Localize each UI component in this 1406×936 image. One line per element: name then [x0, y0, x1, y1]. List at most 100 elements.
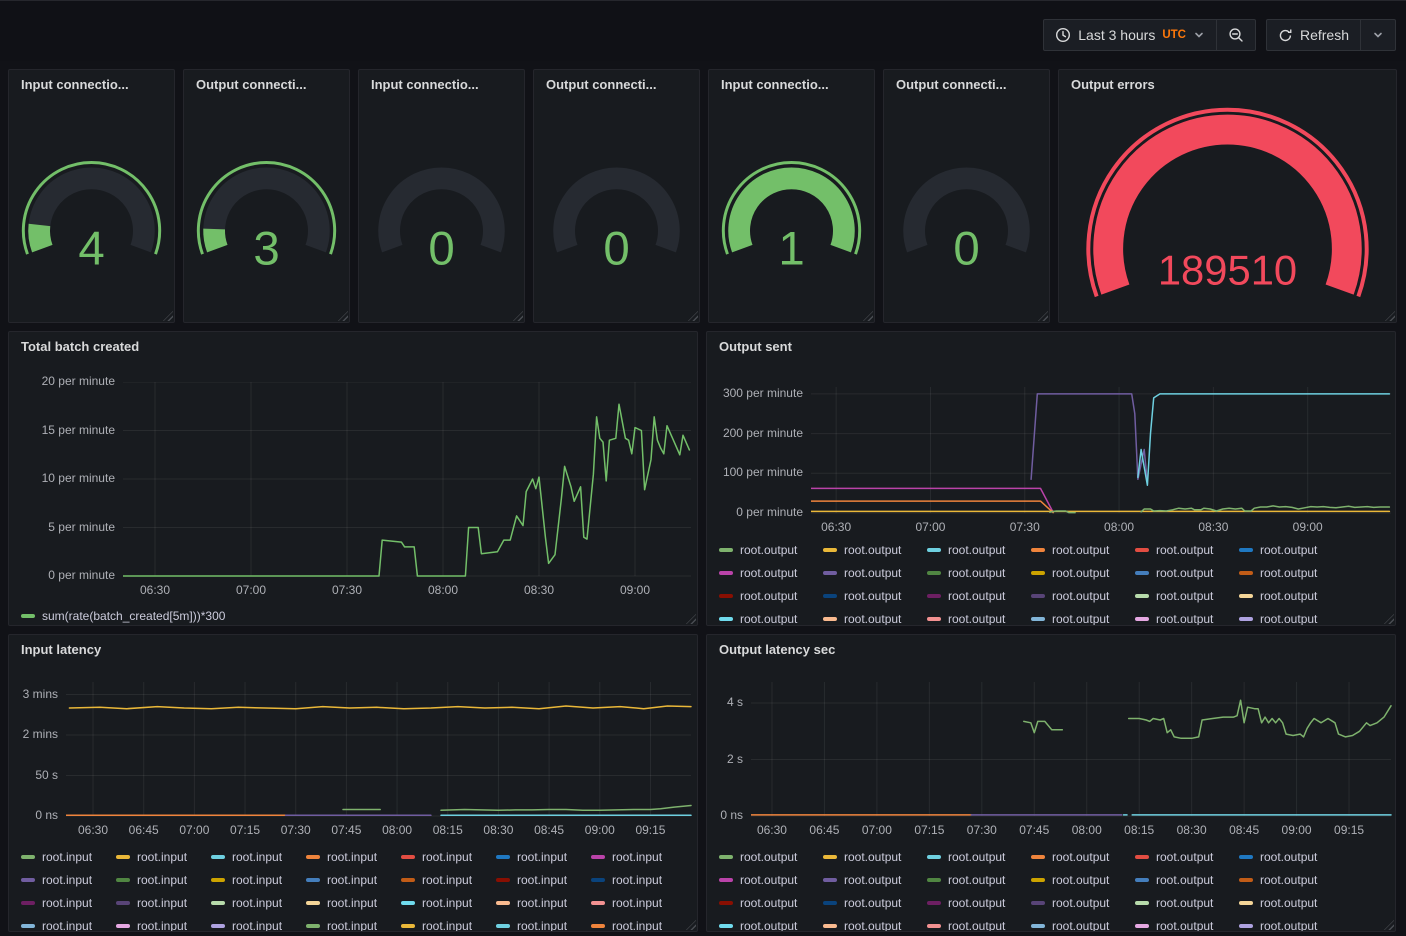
legend-item[interactable]: root.input — [496, 845, 591, 868]
legend-item[interactable]: root.output — [823, 584, 927, 607]
legend-item[interactable]: root.output — [927, 914, 1031, 931]
legend-item[interactable]: root.output — [1135, 584, 1239, 607]
panel-title[interactable]: Output sent — [707, 332, 1395, 362]
legend-item[interactable]: root.output — [719, 561, 823, 584]
panel-title[interactable]: Output latency sec — [707, 635, 1395, 665]
legend-item[interactable]: root.output — [1031, 561, 1135, 584]
chart-plot[interactable] — [123, 382, 693, 578]
legend-item[interactable]: root.output — [719, 845, 823, 868]
legend-item[interactable]: root.input — [591, 914, 686, 931]
panel-title[interactable]: Output connecti... — [184, 70, 349, 100]
legend-item[interactable]: root.input — [306, 845, 401, 868]
legend-item[interactable]: root.output — [719, 584, 823, 607]
panel-title[interactable]: Input connectio... — [9, 70, 174, 100]
legend-item[interactable]: root.output — [1239, 914, 1343, 931]
legend-item[interactable]: root.input — [306, 914, 401, 931]
legend-item[interactable]: root.input — [116, 868, 211, 891]
legend-item[interactable]: root.output — [823, 868, 927, 891]
legend-item[interactable]: root.output — [927, 891, 1031, 914]
legend-item[interactable]: root.output — [719, 914, 823, 931]
legend-item[interactable]: root.output — [1135, 538, 1239, 561]
legend-item[interactable]: root.input — [401, 845, 496, 868]
legend-item[interactable]: root.output — [1239, 868, 1343, 891]
legend-item[interactable]: root.input — [591, 891, 686, 914]
legend-item[interactable]: root.output — [1135, 607, 1239, 625]
legend-item[interactable]: root.output — [719, 868, 823, 891]
series-line — [1024, 721, 1063, 732]
legend-item[interactable]: root.output — [1031, 868, 1135, 891]
panel-title[interactable]: Output errors — [1059, 70, 1396, 100]
legend-item[interactable]: root.input — [306, 891, 401, 914]
legend-item[interactable]: root.input — [116, 845, 211, 868]
legend-item[interactable]: root.output — [927, 561, 1031, 584]
legend-item[interactable]: root.input — [211, 868, 306, 891]
legend-item[interactable]: sum(rate(batch_created[5m]))*300 — [21, 604, 225, 625]
legend-item[interactable]: root.output — [927, 607, 1031, 625]
legend-item[interactable]: root.output — [823, 914, 927, 931]
zoom-out-button[interactable] — [1217, 19, 1256, 51]
legend-item[interactable]: root.output — [927, 845, 1031, 868]
legend-item[interactable]: root.output — [1031, 607, 1135, 625]
legend-item[interactable]: root.output — [1031, 891, 1135, 914]
refresh-button[interactable]: Refresh — [1266, 19, 1361, 51]
legend-item[interactable]: root.output — [1239, 561, 1343, 584]
legend-item[interactable]: root.output — [927, 584, 1031, 607]
legend-item[interactable]: root.output — [823, 538, 927, 561]
legend-item[interactable]: root.output — [927, 868, 1031, 891]
legend-item[interactable]: root.input — [211, 845, 306, 868]
panel-title[interactable]: Input latency — [9, 635, 697, 665]
panel-title[interactable]: Output connecti... — [884, 70, 1049, 100]
legend-item[interactable]: root.output — [823, 561, 927, 584]
legend-item[interactable]: root.input — [21, 868, 116, 891]
legend-item[interactable]: root.output — [823, 607, 927, 625]
legend-item[interactable]: root.output — [1135, 845, 1239, 868]
legend-item[interactable]: root.output — [1031, 538, 1135, 561]
legend-item[interactable]: root.output — [719, 607, 823, 625]
legend-item[interactable]: root.output — [1135, 891, 1239, 914]
legend-item[interactable]: root.input — [306, 868, 401, 891]
legend-item[interactable]: root.output — [823, 891, 927, 914]
legend-series-label: root.output — [1260, 589, 1317, 603]
legend-item[interactable]: root.input — [591, 868, 686, 891]
legend-item[interactable]: root.input — [401, 891, 496, 914]
panel-input-latency: Input latency 0 ns50 s2 mins3 mins06:300… — [8, 634, 698, 932]
legend-item[interactable]: root.input — [496, 868, 591, 891]
chart-plot[interactable] — [751, 682, 1393, 818]
panel-title[interactable]: Output connecti... — [534, 70, 699, 100]
legend-item[interactable]: root.output — [1135, 914, 1239, 931]
legend-item[interactable]: root.output — [1239, 538, 1343, 561]
legend-item[interactable]: root.output — [1135, 868, 1239, 891]
chart-plot[interactable] — [66, 682, 693, 818]
legend-item[interactable]: root.output — [927, 538, 1031, 561]
legend-item[interactable]: root.input — [21, 891, 116, 914]
chart-plot[interactable] — [811, 387, 1393, 515]
legend-item[interactable]: root.output — [719, 891, 823, 914]
legend-item[interactable]: root.input — [496, 914, 591, 931]
legend-item[interactable]: root.output — [1135, 561, 1239, 584]
panel-title[interactable]: Input connectio... — [709, 70, 874, 100]
legend-item[interactable]: root.output — [1031, 845, 1135, 868]
legend-item[interactable]: root.output — [1031, 914, 1135, 931]
legend-item[interactable]: root.output — [1031, 584, 1135, 607]
refresh-interval-dropdown[interactable] — [1361, 19, 1396, 51]
legend-item[interactable]: root.input — [401, 914, 496, 931]
panel-title[interactable]: Input connectio... — [359, 70, 524, 100]
legend-item[interactable]: root.output — [1239, 584, 1343, 607]
legend-item[interactable]: root.input — [591, 845, 686, 868]
legend-item[interactable]: root.input — [401, 868, 496, 891]
legend-item[interactable]: root.output — [1239, 845, 1343, 868]
panel-title[interactable]: Total batch created — [9, 332, 697, 362]
legend-item[interactable]: root.input — [21, 914, 116, 931]
legend-item[interactable]: root.output — [719, 538, 823, 561]
legend-item[interactable]: root.input — [21, 845, 116, 868]
legend-item[interactable]: root.output — [823, 845, 927, 868]
legend-item[interactable]: root.input — [116, 914, 211, 931]
legend-item[interactable]: root.input — [211, 891, 306, 914]
legend-item[interactable]: root.output — [1239, 607, 1343, 625]
legend-series-label: root.input — [612, 850, 662, 864]
legend-item[interactable]: root.input — [496, 891, 591, 914]
legend-item[interactable]: root.output — [1239, 891, 1343, 914]
legend-item[interactable]: root.input — [116, 891, 211, 914]
legend-item[interactable]: root.input — [211, 914, 306, 931]
time-range-button[interactable]: Last 3 hours UTC — [1043, 19, 1217, 51]
